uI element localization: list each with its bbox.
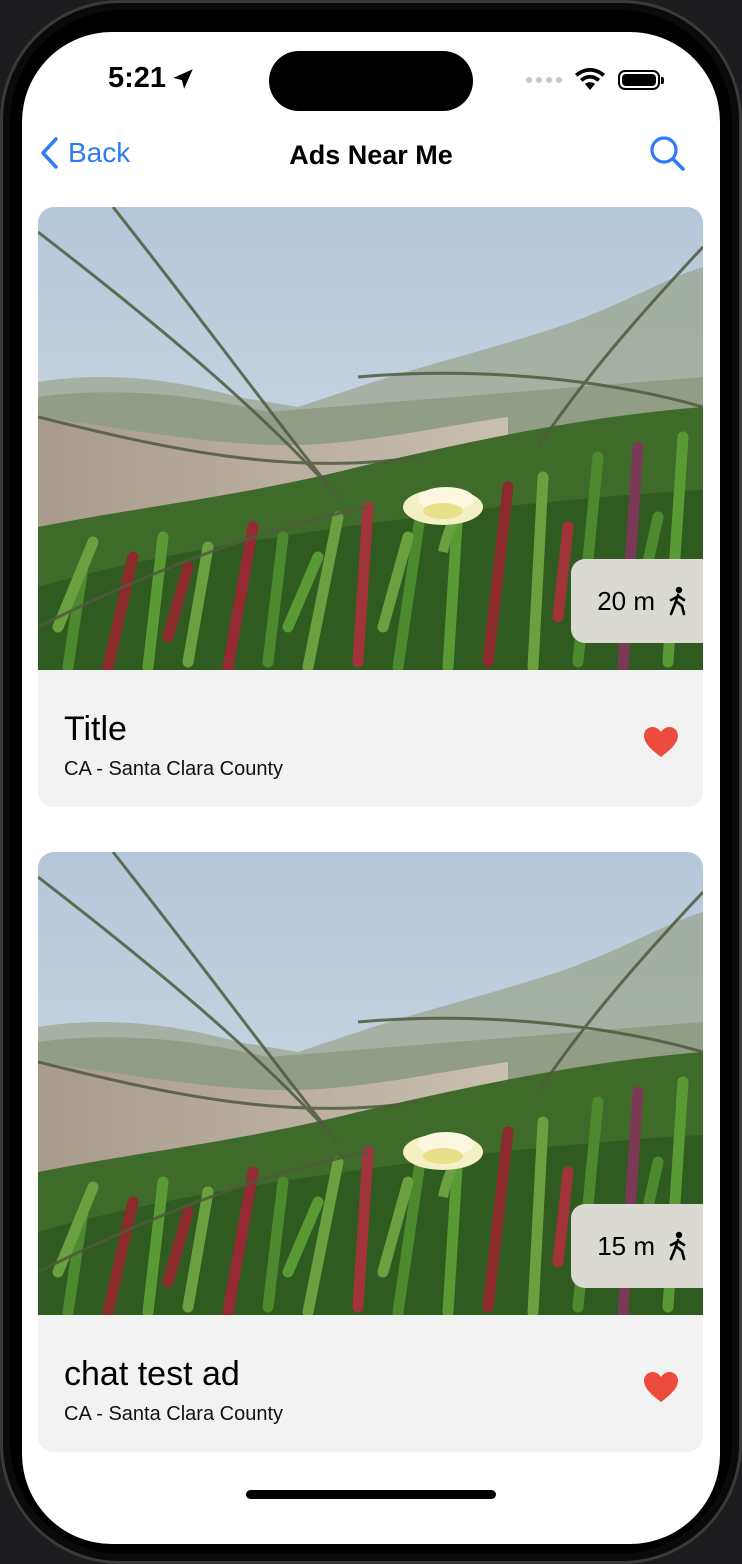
distance-badge: 20 m (571, 559, 703, 643)
walking-person-icon (669, 1231, 686, 1261)
distance-badge: 15 m (571, 1204, 703, 1288)
ad-location: CA - Santa Clara County (64, 1403, 283, 1425)
cellular-signal-icon (526, 77, 562, 83)
navigation-bar: Back Ads Near Me (22, 130, 720, 182)
ad-card[interactable]: 20 m Title CA - Santa Clara County (38, 207, 703, 807)
heart-icon (644, 1372, 678, 1402)
ad-info: chat test ad CA - Santa Clara County (38, 1315, 703, 1452)
wifi-icon (575, 68, 605, 90)
ad-title: Title (64, 710, 127, 748)
status-bar-indicators (526, 68, 664, 92)
favorite-button[interactable] (643, 1371, 679, 1408)
ad-location: CA - Santa Clara County (64, 758, 283, 780)
device-frame: 5:21 Back Ads Near Me 20 m Title CA - Sa… (0, 0, 742, 1564)
magnifying-glass-icon (650, 136, 685, 171)
heart-icon (644, 727, 678, 757)
status-bar-time: 5:21 (108, 62, 196, 95)
distance-text: 15 m (597, 1230, 655, 1261)
home-indicator[interactable] (246, 1490, 496, 1499)
ad-title: chat test ad (64, 1355, 240, 1393)
walking-person-icon (669, 586, 686, 616)
favorite-button[interactable] (643, 726, 679, 763)
status-time-text: 5:21 (108, 62, 167, 94)
battery-icon (618, 70, 664, 90)
dynamic-island (269, 51, 473, 111)
battery-level (622, 74, 656, 86)
page-title: Ads Near Me (289, 140, 453, 170)
ad-card[interactable]: 15 m chat test ad CA - Santa Clara Count… (38, 852, 703, 1452)
ad-info: Title CA - Santa Clara County (38, 670, 703, 807)
distance-text: 20 m (597, 585, 655, 616)
screen: 5:21 Back Ads Near Me 20 m Title CA - Sa… (22, 32, 720, 1544)
location-arrow-icon (173, 68, 193, 89)
search-button[interactable] (648, 134, 686, 177)
